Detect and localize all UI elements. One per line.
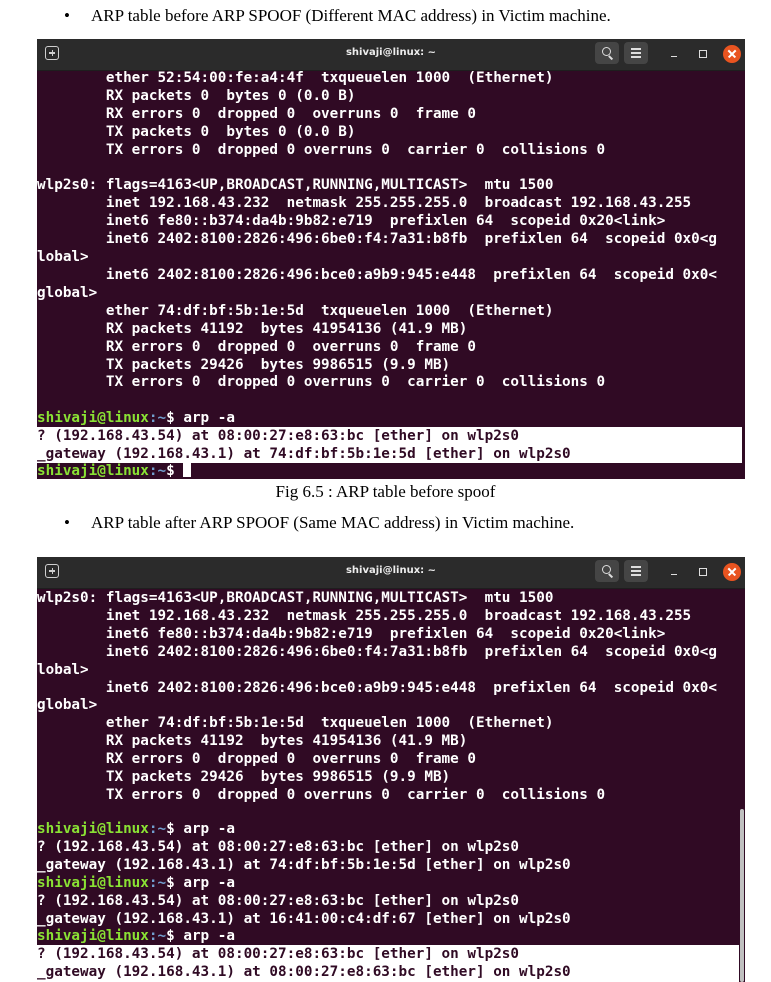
- prompt-line: shivaji@linux:~$: [37, 463, 192, 479]
- close-icon[interactable]: [723, 563, 741, 581]
- prompt-symbol: $: [166, 463, 184, 479]
- bullet-text: ARP table before ARP SPOOF (Different MA…: [91, 6, 611, 25]
- prompt-path: :~: [148, 410, 167, 426]
- prompt-line: shivaji@linux:~$ arp -a: [37, 928, 235, 946]
- terminal-line: inet 192.168.43.232 netmask 255.255.255.…: [37, 195, 692, 212]
- selection-highlight: ? (192.168.43.54) at 08:00:27:e8:63:bc […: [37, 427, 742, 463]
- arp-entry: ? (192.168.43.54) at 08:00:27:e8:63:bc […: [37, 428, 520, 444]
- arp-entry: _gateway (192.168.43.1) at 08:00:27:e8:6…: [37, 963, 571, 980]
- terminal-line: lobal>: [37, 661, 89, 678]
- terminal-line: TX packets 29426 bytes 9986515 (9.9 MB): [37, 769, 451, 786]
- terminal-line: TX errors 0 dropped 0 overruns 0 carrier…: [37, 374, 606, 391]
- bullet-text: ARP table after ARP SPOOF (Same MAC addr…: [91, 513, 575, 532]
- arp-entry: ? (192.168.43.54) at 08:00:27:e8:63:bc […: [37, 893, 520, 909]
- menu-icon[interactable]: [624, 560, 648, 582]
- cursor: [183, 463, 192, 477]
- arp-entry: _gateway (192.168.43.1) at 74:df:bf:5b:1…: [37, 856, 571, 873]
- arp-output: ? (192.168.43.54) at 08:00:27:e8:63:bc […: [37, 428, 571, 464]
- terminal-window-before: shivaji@linux: ~ ether 52:54:00:fe:a4:4f…: [37, 39, 745, 479]
- prompt-line: shivaji@linux:~$ arp -a: [37, 875, 235, 893]
- scrollbar[interactable]: [740, 809, 744, 982]
- terminal-line: RX packets 0 bytes 0 (0.0 B): [37, 87, 356, 104]
- terminal-line: lobal>: [37, 249, 89, 266]
- search-icon[interactable]: [595, 42, 619, 64]
- prompt-user: shivaji@linux: [37, 875, 149, 891]
- terminal-line: wlp2s0: flags=4163<UP,BROADCAST,RUNNING,…: [37, 590, 554, 606]
- terminal-line: global>: [37, 284, 98, 301]
- maximize-icon[interactable]: [694, 45, 712, 63]
- terminal-line: ether 74:df:bf:5b:1e:5d txqueuelen 1000 …: [37, 302, 554, 319]
- prompt-user: shivaji@linux: [37, 821, 149, 837]
- selection-highlight: ? (192.168.43.54) at 08:00:27:e8:63:bc […: [37, 945, 739, 982]
- search-icon[interactable]: [595, 560, 619, 582]
- terminal-line: wlp2s0: flags=4163<UP,BROADCAST,RUNNING,…: [37, 177, 554, 194]
- prompt-line: shivaji@linux:~$ arp -a: [37, 821, 235, 839]
- arp-output: ? (192.168.43.54) at 08:00:27:e8:63:bc […: [37, 839, 571, 875]
- bullet-dot-icon: •: [64, 513, 70, 532]
- terminal-line: TX errors 0 dropped 0 overruns 0 carrier…: [37, 786, 606, 803]
- terminal-line: inet6 fe80::b374:da4b:9b82:e719 prefixle…: [37, 625, 666, 642]
- minimize-icon[interactable]: [665, 45, 683, 63]
- terminal-line: inet 192.168.43.232 netmask 255.255.255.…: [37, 607, 692, 624]
- terminal-line: RX errors 0 dropped 0 overruns 0 frame 0: [37, 751, 476, 768]
- terminal-line: RX errors 0 dropped 0 overruns 0 frame 0: [37, 105, 476, 122]
- terminal-line: ether 74:df:bf:5b:1e:5d txqueuelen 1000 …: [37, 715, 554, 732]
- terminal-line: RX errors 0 dropped 0 overruns 0 frame 0: [37, 338, 476, 355]
- menu-icon[interactable]: [624, 42, 648, 64]
- terminal-line: inet6 2402:8100:2826:496:6be0:f4:7a31:b8…: [37, 643, 717, 660]
- terminal-output: wlp2s0: flags=4163<UP,BROADCAST,RUNNING,…: [37, 590, 717, 805]
- prompt-symbol: $: [166, 821, 184, 837]
- terminal-line: TX errors 0 dropped 0 overruns 0 carrier…: [37, 141, 606, 158]
- prompt-user: shivaji@linux: [37, 928, 149, 944]
- terminal-line: RX packets 41192 bytes 41954136 (41.9 MB…: [37, 733, 468, 750]
- arp-output: ? (192.168.43.54) at 08:00:27:e8:63:bc […: [37, 946, 571, 982]
- terminal-line: ether 52:54:00:fe:a4:4f txqueuelen 1000 …: [37, 70, 554, 86]
- arp-entry: ? (192.168.43.54) at 08:00:27:e8:63:bc […: [37, 946, 520, 962]
- arp-entry: _gateway (192.168.43.1) at 74:df:bf:5b:1…: [37, 445, 571, 462]
- terminal-line: inet6 fe80::b374:da4b:9b82:e719 prefixle…: [37, 213, 666, 230]
- terminal-line: inet6 2402:8100:2826:496:6be0:f4:7a31:b8…: [37, 231, 717, 248]
- arp-entry: ? (192.168.43.54) at 08:00:27:e8:63:bc […: [37, 839, 520, 855]
- terminal-line: TX packets 0 bytes 0 (0.0 B): [37, 123, 356, 140]
- prompt-path: :~: [148, 463, 167, 479]
- terminal-titlebar: shivaji@linux: ~: [37, 557, 745, 589]
- prompt-symbol: $: [166, 875, 184, 891]
- prompt-user: shivaji@linux: [37, 463, 149, 479]
- command-text: arp -a: [183, 821, 235, 837]
- command-text: arp -a: [183, 410, 235, 426]
- maximize-icon[interactable]: [694, 563, 712, 581]
- arp-output: ? (192.168.43.54) at 08:00:27:e8:63:bc […: [37, 893, 571, 929]
- prompt-symbol: $: [166, 928, 184, 944]
- terminal-line: inet6 2402:8100:2826:496:bce0:a9b9:945:e…: [37, 679, 717, 696]
- prompt-symbol: $: [166, 410, 184, 426]
- prompt-line: shivaji@linux:~$ arp -a: [37, 410, 235, 428]
- prompt-user: shivaji@linux: [37, 410, 149, 426]
- close-icon[interactable]: [723, 45, 741, 63]
- arp-entry: _gateway (192.168.43.1) at 16:41:00:c4:d…: [37, 910, 571, 927]
- terminal-line: TX packets 29426 bytes 9986515 (9.9 MB): [37, 356, 451, 373]
- prompt-path: :~: [148, 928, 167, 944]
- prompt-path: :~: [148, 821, 167, 837]
- prompt-path: :~: [148, 875, 167, 891]
- command-text: arp -a: [183, 928, 235, 944]
- bullet-dot-icon: •: [64, 6, 70, 25]
- terminal-window-after: shivaji@linux: ~ wlp2s0: flags=4163<UP,B…: [37, 557, 745, 982]
- command-text: arp -a: [183, 875, 235, 891]
- terminal-line: global>: [37, 697, 98, 714]
- terminal-line: RX packets 41192 bytes 41954136 (41.9 MB…: [37, 320, 468, 337]
- terminal-titlebar: shivaji@linux: ~: [37, 39, 745, 71]
- minimize-icon[interactable]: [665, 563, 683, 581]
- terminal-output: ether 52:54:00:fe:a4:4f txqueuelen 1000 …: [37, 70, 717, 392]
- terminal-line: inet6 2402:8100:2826:496:bce0:a9b9:945:e…: [37, 266, 717, 283]
- figure-caption: Fig 6.5 : ARP table before spoof: [275, 482, 496, 501]
